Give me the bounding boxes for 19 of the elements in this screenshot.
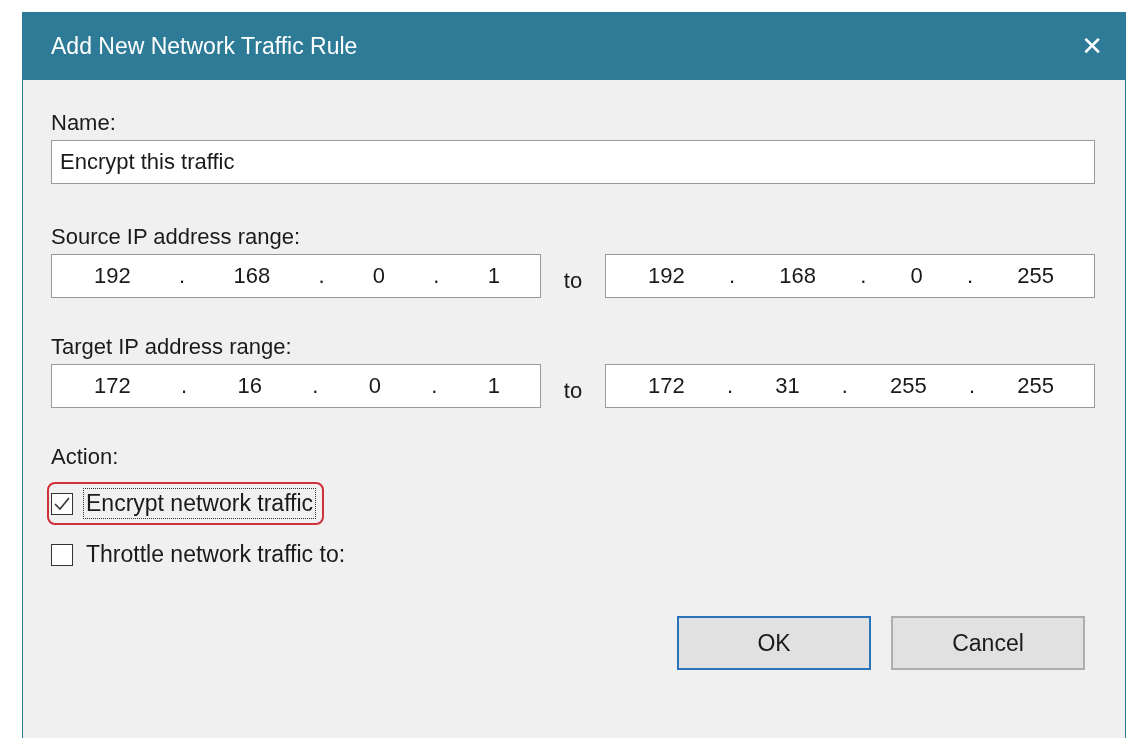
checkbox[interactable] — [51, 492, 73, 515]
close-button[interactable]: ✕ — [1073, 27, 1111, 65]
checkbox-label[interactable]: Encrypt network traffic — [83, 488, 317, 519]
action-label: Action: — [51, 444, 120, 470]
cancel-button[interactable]: Cancel — [891, 616, 1085, 670]
ok-button[interactable]: OK — [677, 616, 871, 670]
name-field[interactable]: Encrypt this traffic — [51, 140, 1095, 184]
ip-address-field[interactable]: 172 . 16 . 0 . 1 — [51, 364, 541, 408]
checkbox-label[interactable]: Throttle network traffic to: — [83, 539, 349, 570]
to-label: to — [562, 377, 584, 404]
field-label: Target IP address range: — [51, 334, 293, 360]
ip-address-field[interactable]: 192 . 168 . 0 . 255 — [605, 254, 1095, 298]
field-label: Source IP address range: — [51, 224, 302, 250]
ip-address-field[interactable]: 192 . 168 . 0 . 1 — [51, 254, 541, 298]
ip-address-field[interactable]: 172 . 31 . 255 . 255 — [605, 364, 1095, 408]
window-title: Add New Network Traffic Rule — [51, 32, 358, 60]
to-label: to — [562, 267, 584, 294]
field-label: Name: — [51, 110, 117, 136]
checkbox[interactable] — [51, 543, 73, 566]
